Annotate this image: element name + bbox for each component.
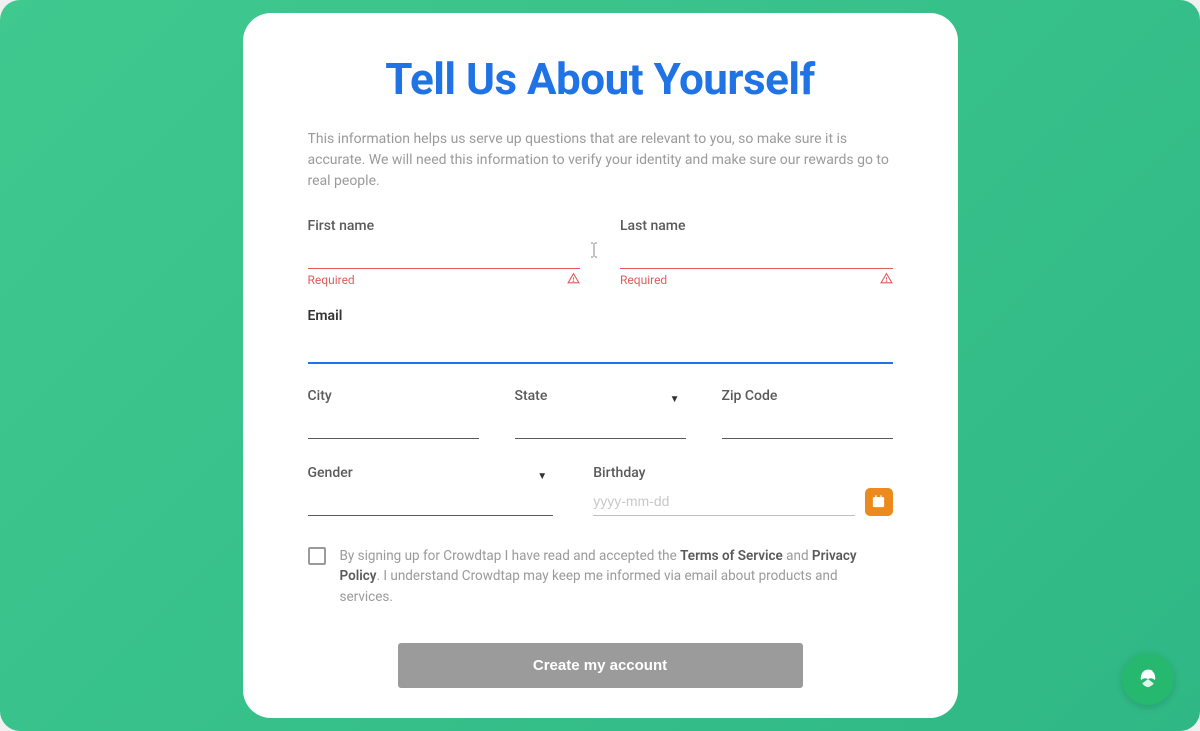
first-name-group: First name Required — [308, 218, 581, 288]
page-title: Tell Us About Yourself — [308, 53, 893, 105]
consent-prefix: By signing up for Crowdtap I have read a… — [340, 548, 681, 564]
brand-logo-badge — [1122, 653, 1174, 705]
zip-group: Zip Code — [722, 388, 893, 439]
last-name-error-row: Required — [620, 272, 893, 288]
gender-birthday-row: Gender ▼ Birthday — [308, 465, 893, 516]
city-label: City — [308, 388, 479, 404]
first-name-input[interactable] — [308, 240, 581, 269]
last-name-label: Last name — [620, 218, 893, 234]
text-cursor-icon — [589, 242, 599, 262]
submit-row: Create my account — [308, 643, 893, 688]
first-name-error-row: Required — [308, 272, 581, 288]
birthday-group: Birthday — [593, 465, 892, 516]
consent-checkbox[interactable] — [308, 547, 326, 565]
consent-suffix: . I understand Crowdtap may keep me info… — [340, 568, 838, 604]
zip-label: Zip Code — [722, 388, 893, 404]
page-background: Tell Us About Yourself This information … — [0, 0, 1200, 731]
gender-label: Gender — [308, 465, 554, 481]
city-group: City — [308, 388, 479, 439]
gender-select[interactable] — [308, 487, 554, 516]
last-name-error: Required — [620, 273, 667, 287]
location-row: City State ▼ Zip Code — [308, 388, 893, 439]
last-name-input[interactable] — [620, 240, 893, 269]
leaf-icon — [1134, 665, 1162, 693]
first-name-label: First name — [308, 218, 581, 234]
consent-row: By signing up for Crowdtap I have read a… — [308, 546, 893, 607]
create-account-button[interactable]: Create my account — [398, 643, 803, 688]
email-label: Email — [308, 308, 893, 324]
warning-icon — [567, 272, 580, 288]
warning-icon — [880, 272, 893, 288]
birthday-label: Birthday — [593, 465, 892, 481]
calendar-icon — [871, 494, 886, 509]
birthday-input[interactable] — [593, 487, 854, 516]
birthday-input-wrap — [593, 487, 892, 516]
page-description: This information helps us serve up quest… — [308, 129, 893, 192]
terms-of-service-link[interactable]: Terms of Service — [680, 548, 783, 564]
first-name-error: Required — [308, 273, 355, 287]
email-row: Email — [308, 308, 893, 364]
last-name-group: Last name Required — [620, 218, 893, 288]
email-group: Email — [308, 308, 893, 364]
calendar-button[interactable] — [865, 488, 893, 516]
city-input[interactable] — [308, 410, 479, 439]
state-label: State — [515, 388, 686, 404]
gender-group: Gender ▼ — [308, 465, 554, 516]
email-input[interactable] — [308, 330, 893, 364]
zip-input[interactable] — [722, 410, 893, 439]
consent-text: By signing up for Crowdtap I have read a… — [340, 546, 893, 607]
state-group: State ▼ — [515, 388, 686, 439]
signup-form-card: Tell Us About Yourself This information … — [243, 13, 958, 718]
name-row: First name Required Last name Required — [308, 218, 893, 288]
state-select[interactable] — [515, 410, 686, 439]
consent-and: and — [783, 548, 812, 564]
